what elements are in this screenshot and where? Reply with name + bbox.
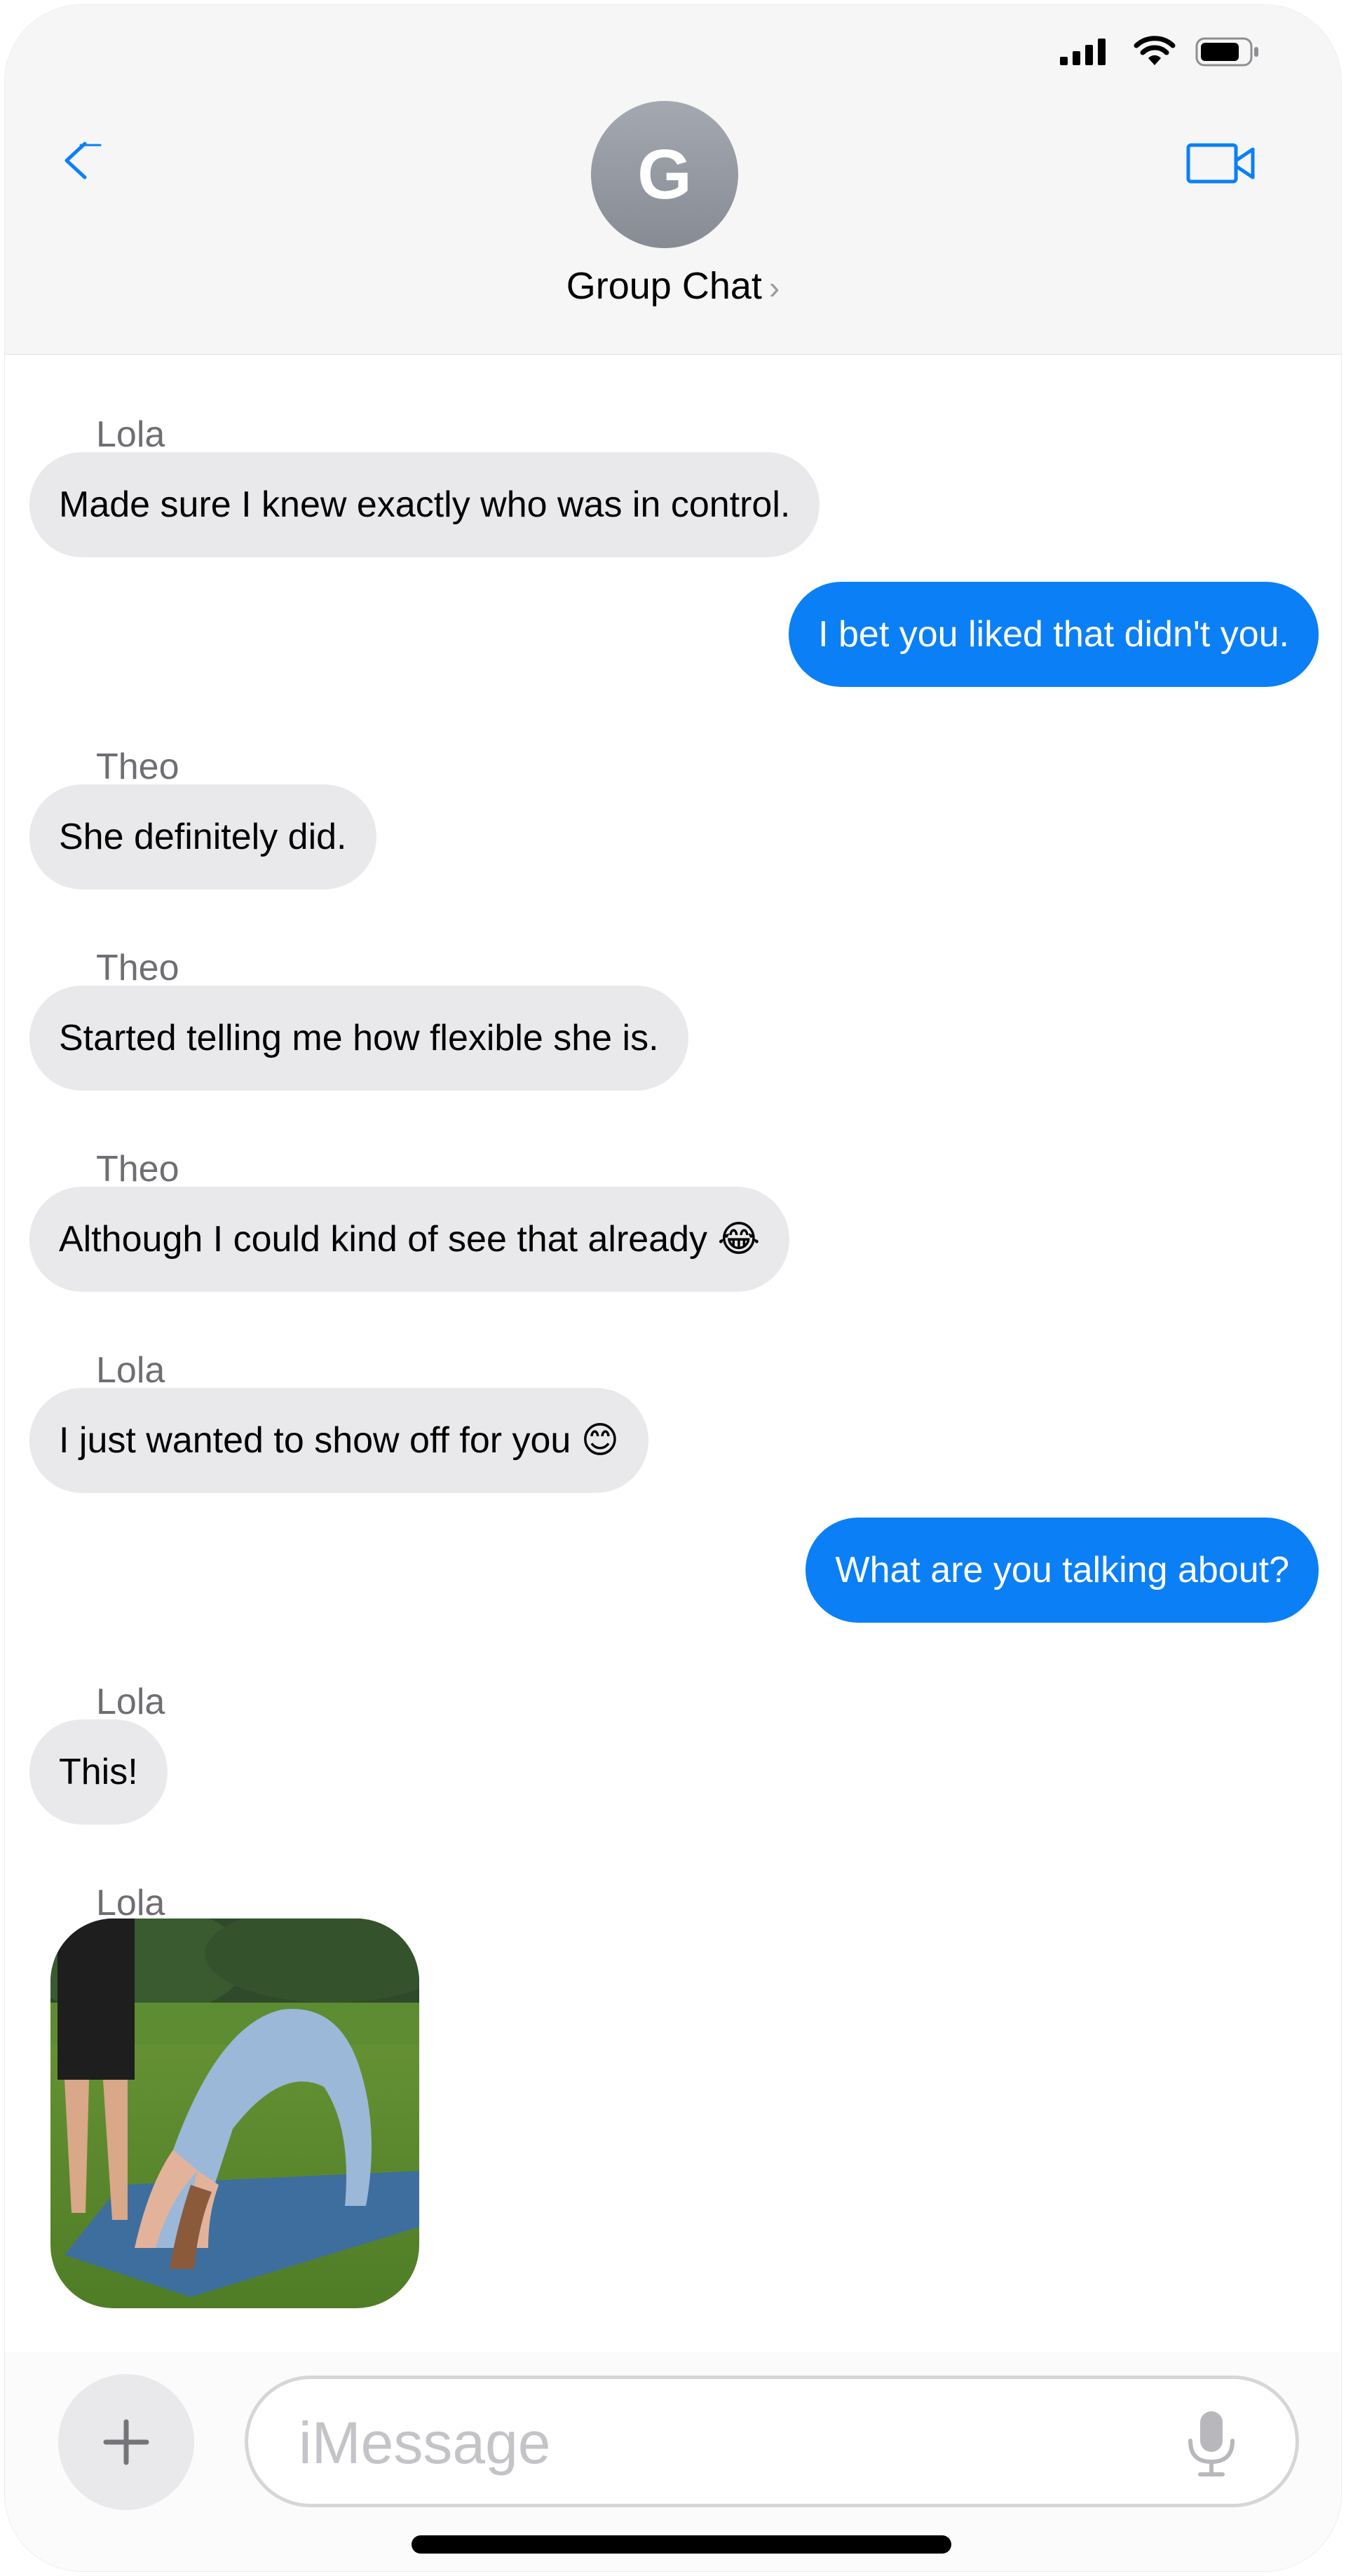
- avatar-letter: G: [637, 135, 692, 214]
- incoming-message-bubble[interactable]: Started telling me how flexible she is.: [29, 986, 688, 1091]
- back-button[interactable]: [57, 135, 106, 184]
- incoming-message-bubble[interactable]: Made sure I knew exactly who was in cont…: [29, 452, 820, 557]
- incoming-message-bubble[interactable]: This!: [29, 1719, 168, 1825]
- apps-plus-button[interactable]: [58, 2374, 194, 2510]
- group-avatar[interactable]: G: [591, 101, 738, 248]
- cellular-signal-icon: [1060, 39, 1106, 65]
- chat-title[interactable]: Group Chat ›: [5, 264, 1341, 308]
- sender-name: Lola: [96, 1883, 165, 1923]
- chevron-right-icon: ›: [768, 269, 780, 306]
- sender-name: Theo: [96, 747, 179, 787]
- home-indicator[interactable]: [412, 2535, 951, 2554]
- microphone-icon[interactable]: [1183, 2408, 1239, 2479]
- photo-attachment[interactable]: [50, 1919, 419, 2308]
- outgoing-message-bubble[interactable]: What are you talking about?: [805, 1518, 1319, 1623]
- incoming-message-bubble[interactable]: I just wanted to show off for you 😊: [29, 1388, 648, 1493]
- sender-name: Theo: [96, 948, 179, 988]
- sender-name: Lola: [96, 414, 165, 455]
- incoming-message-bubble[interactable]: She definitely did.: [29, 784, 376, 890]
- video-call-button[interactable]: [1183, 138, 1260, 187]
- battery-icon: [1195, 37, 1258, 67]
- sender-name: Lola: [96, 1682, 165, 1722]
- message-input[interactable]: [297, 2407, 1141, 2479]
- plus-icon: [103, 2419, 149, 2465]
- message-input-field[interactable]: [245, 2376, 1299, 2507]
- sender-name: Lola: [96, 1350, 165, 1391]
- incoming-message-bubble[interactable]: Although I could kind of see that alread…: [29, 1187, 790, 1292]
- conversation-header: G Group Chat ›: [5, 5, 1341, 355]
- photo-image: [50, 1919, 419, 2308]
- chat-title-text: Group Chat: [566, 265, 762, 307]
- wifi-icon: [1134, 36, 1176, 65]
- phone-screen: G Group Chat › Lola Made sure I knew exac…: [5, 5, 1341, 2571]
- outgoing-message-bubble[interactable]: I bet you liked that didn't you.: [789, 582, 1319, 687]
- sender-name: Theo: [96, 1149, 179, 1190]
